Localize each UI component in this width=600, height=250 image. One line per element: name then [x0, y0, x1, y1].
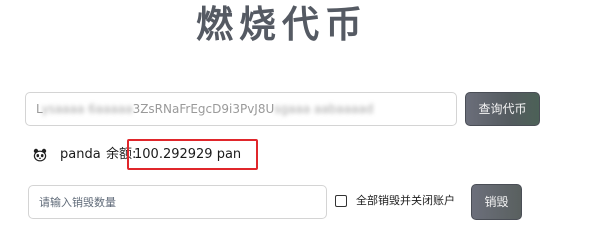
burn-token-page: 燃烧代币 Lysaaaa 6aaaaa3ZsRNaFrEgcD9i3PvJ8Us… [0, 0, 600, 250]
token-address-blurred-prefix: ysaaaa 6aaaaa [41, 102, 133, 116]
token-address-start: L [36, 102, 42, 116]
page-title: 燃烧代币 [196, 3, 368, 46]
burn-button[interactable]: 销毁 [471, 184, 522, 220]
account-name: panda [60, 147, 101, 162]
close-account-checkbox[interactable] [335, 195, 347, 207]
query-token-button[interactable]: 查询代币 [465, 92, 540, 126]
balance-highlight-box [127, 139, 258, 170]
close-account-label[interactable]: 全部销毁并关闭账户 [356, 192, 455, 210]
burn-amount-input[interactable] [28, 185, 327, 219]
token-address-input[interactable]: Lysaaaa 6aaaaa3ZsRNaFrEgcD9i3PvJ8Usgaaa … [25, 92, 457, 126]
token-address-blurred-suffix: sgaaa aabaaaad [274, 102, 374, 116]
token-address-middle: 3ZsRNaFrEgcD9i3PvJ8U [132, 102, 275, 116]
panda-icon [33, 148, 47, 162]
